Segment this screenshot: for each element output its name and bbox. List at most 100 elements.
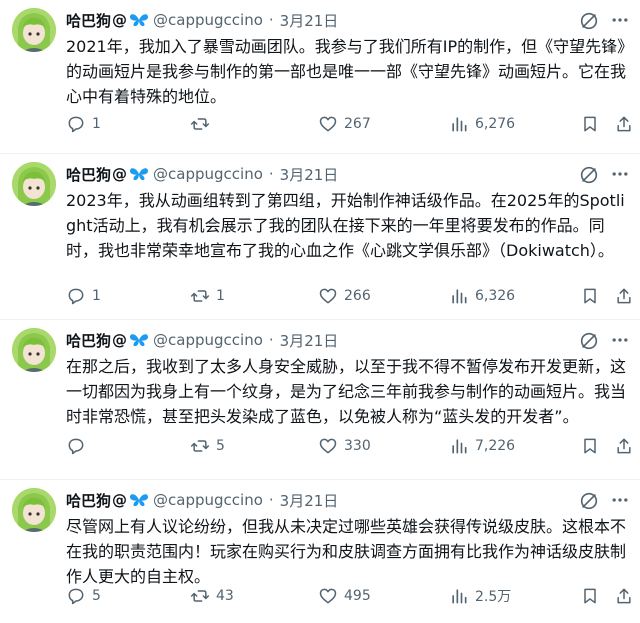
separator-dot: ·	[268, 11, 274, 29]
butterfly-icon	[130, 334, 149, 347]
avatar[interactable]	[12, 328, 56, 372]
tweet-date[interactable]: 3月21日	[280, 330, 339, 351]
share-button[interactable]	[614, 584, 640, 608]
reply-button[interactable]: 1	[66, 284, 101, 308]
author-name[interactable]: 哈巴狗	[66, 490, 111, 511]
tweet-header: 哈巴狗 @ @cappugccino · 3月21日	[66, 162, 338, 186]
view-count: 2.5万	[475, 589, 512, 605]
tweet-actions: 1 267 6,276	[66, 112, 632, 136]
tweet-header: 哈巴狗 @ @cappugccino · 3月21日	[66, 8, 338, 32]
tweet[interactable]: 哈巴狗 @ @cappugccino · 3月21日 2023年，我从动画组转到了…	[0, 154, 640, 320]
views-button[interactable]: 6,276	[449, 112, 515, 136]
tweet-date[interactable]: 3月21日	[280, 490, 339, 511]
like-button[interactable]: 267	[318, 112, 371, 136]
share-icon	[617, 588, 631, 604]
tweet-date[interactable]: 3月21日	[280, 10, 339, 31]
retweet-button[interactable]: 43	[190, 584, 234, 608]
more-options-icon[interactable]	[610, 10, 630, 30]
retweet-icon	[190, 440, 210, 452]
author-name[interactable]: 哈巴狗	[66, 10, 111, 31]
like-button[interactable]: 266	[318, 284, 371, 308]
reply-icon	[68, 116, 84, 133]
tweet[interactable]: 哈巴狗 @ @cappugccino · 3月21日 尽管网上有人议论纷纷，但我从…	[0, 480, 640, 623]
retweet-icon	[190, 590, 210, 602]
anime-avatar-icon	[12, 328, 56, 372]
tweet-actions: 5 43 495 2.5万	[66, 584, 632, 608]
views-chart-icon	[452, 439, 467, 454]
avatar[interactable]	[12, 8, 56, 52]
like-count: 267	[344, 116, 371, 132]
share-icon	[617, 116, 631, 132]
retweet-count: 5	[216, 438, 225, 454]
like-count: 330	[344, 438, 371, 454]
views-button[interactable]: 7,226	[449, 434, 515, 458]
share-button[interactable]	[614, 112, 640, 136]
separator-dot: ·	[268, 491, 274, 509]
separator-dot: ·	[268, 331, 274, 349]
tweet[interactable]: 哈巴狗 @ @cappugccino · 3月21日 2021年，我加入了暴雪动画…	[0, 0, 640, 154]
like-button[interactable]: 330	[318, 434, 371, 458]
heart-icon	[319, 588, 337, 604]
share-button[interactable]	[614, 284, 640, 308]
like-count: 266	[344, 288, 371, 304]
share-icon	[617, 438, 631, 454]
bookmark-icon	[584, 438, 596, 454]
avatar[interactable]	[12, 162, 56, 206]
author-name[interactable]: 哈巴狗	[66, 164, 111, 185]
tweet-header: 哈巴狗 @ @cappugccino · 3月21日	[66, 488, 338, 512]
grok-icon[interactable]	[578, 490, 600, 512]
bookmark-icon	[584, 288, 596, 304]
retweet-button[interactable]: 5	[190, 434, 225, 458]
bookmark-button[interactable]	[580, 284, 606, 308]
separator-dot: ·	[268, 165, 274, 183]
author-name-at: @	[112, 165, 128, 183]
grok-icon[interactable]	[578, 330, 600, 352]
views-button[interactable]: 2.5万	[449, 584, 511, 608]
views-button[interactable]: 6,326	[449, 284, 515, 308]
author-name[interactable]: 哈巴狗	[66, 330, 111, 351]
reply-icon	[68, 288, 84, 305]
author-handle[interactable]: @cappugccino	[153, 491, 263, 509]
butterfly-icon	[130, 168, 149, 181]
author-name-at: @	[112, 331, 128, 349]
tweet-text: 2023年，我从动画组转到了第四组，开始制作神话级作品。在2025年的Spotl…	[66, 191, 625, 260]
more-options-icon[interactable]	[610, 490, 630, 510]
reply-button[interactable]	[66, 434, 92, 458]
views-chart-icon	[452, 289, 467, 304]
tweet-actions: 5 330 7,226	[66, 434, 632, 458]
share-button[interactable]	[614, 434, 640, 458]
reply-button[interactable]: 5	[66, 584, 101, 608]
bookmark-button[interactable]	[580, 434, 606, 458]
grok-icon[interactable]	[578, 10, 600, 32]
bookmark-button[interactable]	[580, 584, 606, 608]
avatar[interactable]	[12, 488, 56, 532]
reply-icon	[68, 588, 84, 605]
retweet-button[interactable]: 1	[190, 284, 225, 308]
reply-count: 5	[92, 588, 101, 604]
author-name-at: @	[112, 11, 128, 29]
bookmark-icon	[584, 116, 596, 132]
author-handle[interactable]: @cappugccino	[153, 165, 263, 183]
retweet-icon	[190, 290, 210, 302]
author-handle[interactable]: @cappugccino	[153, 331, 263, 349]
reply-button[interactable]: 1	[66, 112, 101, 136]
tweet-text: 在那之后，我收到了太多人身安全威胁，以至于我不得不暂停发布开发更新，这一切都因为…	[66, 357, 627, 426]
retweet-button[interactable]	[190, 112, 216, 136]
more-options-icon[interactable]	[610, 164, 630, 184]
more-options-icon[interactable]	[610, 330, 630, 350]
grok-icon[interactable]	[578, 164, 600, 186]
retweet-count: 43	[216, 588, 234, 604]
like-button[interactable]: 495	[318, 584, 371, 608]
anime-avatar-icon	[12, 8, 56, 52]
retweet-icon	[190, 118, 210, 130]
anime-avatar-icon	[12, 162, 56, 206]
tweet-date[interactable]: 3月21日	[280, 164, 339, 185]
author-handle[interactable]: @cappugccino	[153, 11, 263, 29]
anime-avatar-icon	[12, 488, 56, 532]
bookmark-button[interactable]	[580, 112, 606, 136]
butterfly-icon	[130, 494, 149, 507]
retweet-count: 1	[216, 288, 225, 304]
bookmark-icon	[584, 588, 596, 604]
tweet[interactable]: 哈巴狗 @ @cappugccino · 3月21日 在那之后，我收到了太多人身安…	[0, 320, 640, 480]
reply-count: 1	[92, 288, 101, 304]
